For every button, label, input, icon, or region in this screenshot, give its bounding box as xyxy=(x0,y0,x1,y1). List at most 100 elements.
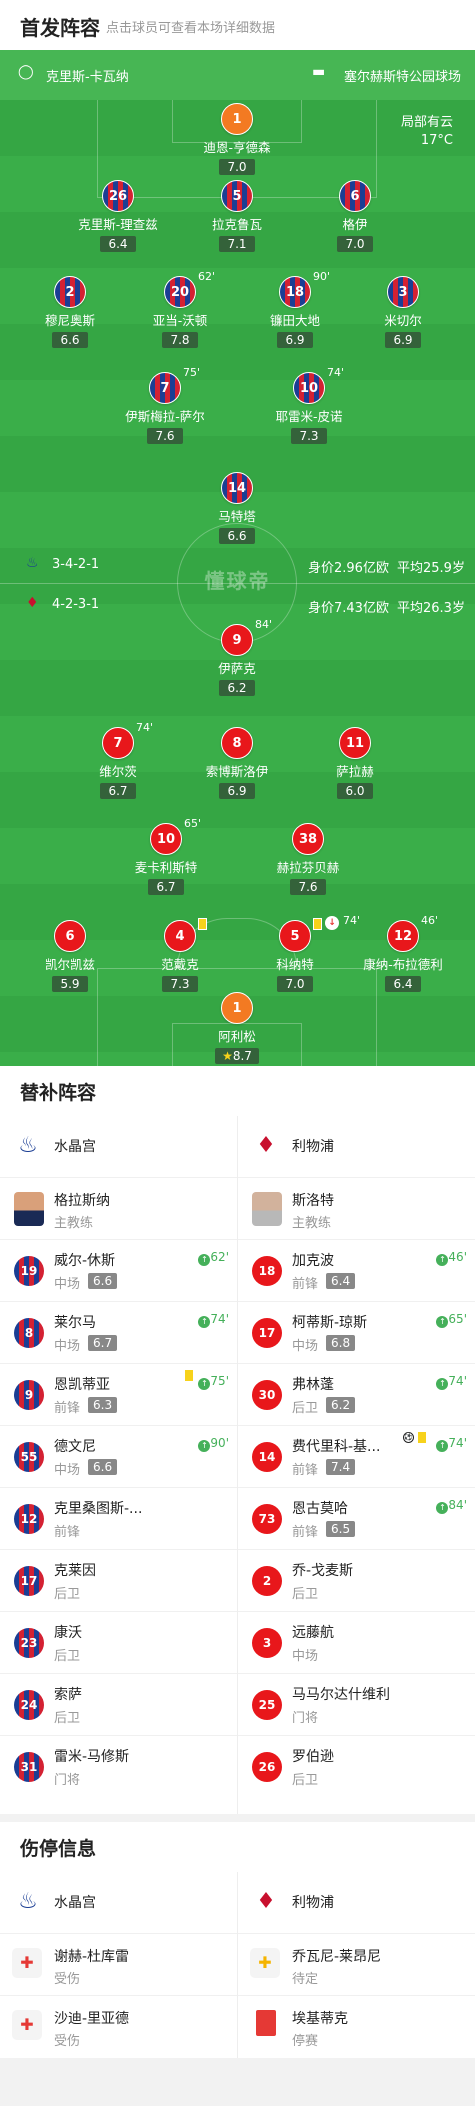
player-away-rb[interactable]: 12 46' 康纳-布拉德利 6.4 xyxy=(333,914,473,992)
injury-row[interactable]: ✚ 谢赫-杜库雷 受伤 xyxy=(0,1934,237,1996)
injury-row[interactable]: 埃基蒂克 停赛 xyxy=(238,1996,475,2058)
sub-in-icon: ↑ xyxy=(436,1378,449,1390)
medical-cross-icon: ✚ xyxy=(12,2010,42,2040)
weather-info: 局部有云 17°C xyxy=(401,114,453,150)
player-rating: 5.9 xyxy=(52,976,88,992)
home-team-row[interactable]: ♨ 水晶宫 xyxy=(0,1116,237,1178)
away-team-row[interactable]: ♦ 利物浦 xyxy=(238,1872,475,1934)
injury-row[interactable]: ✚ 乔瓦尼-莱昂尼 待定 xyxy=(238,1934,475,1996)
sub-minute: 75' xyxy=(183,366,201,379)
player-home-cb3[interactable]: 6 格伊 7.0 xyxy=(285,180,425,252)
team-name: 水晶宫 xyxy=(54,1139,96,1155)
sub-row[interactable]: 12 克里桑图斯-... 前锋 xyxy=(0,1488,237,1550)
sub-row[interactable]: 25 马马尔达什维利 门将 xyxy=(238,1674,475,1736)
sub-minute: 74' xyxy=(327,366,345,379)
sub-row[interactable]: 55 德文尼 中场 6.6 ↑ 90' xyxy=(0,1426,237,1488)
yellow-card-icon xyxy=(418,1432,426,1443)
medical-cross-icon: ✚ xyxy=(12,1948,42,1978)
player-position: 门将 xyxy=(292,1711,319,1726)
player-name: 罗伯逊 xyxy=(292,1749,334,1765)
player-name: 伊斯梅拉-萨尔 xyxy=(125,409,205,424)
sub-in-icon: ↑ xyxy=(198,1254,211,1266)
injury-status: 受伤 xyxy=(54,2034,81,2049)
player-rating: 7.6 xyxy=(290,879,326,895)
player-name: 加克波 xyxy=(292,1253,334,1269)
sub-row[interactable]: 9 恩凯蒂亚 前锋 6.3 ↑ 75' xyxy=(0,1364,237,1426)
sub-minute: 90' xyxy=(313,270,331,283)
player-name: 克莱因 xyxy=(54,1563,96,1579)
away-team-row[interactable]: ♦ 利物浦 xyxy=(238,1116,475,1178)
player-number: 18 xyxy=(279,276,311,308)
player-name: 柯蒂斯-琼斯 xyxy=(292,1315,368,1331)
sub-in-icon: ↑ xyxy=(436,1502,449,1514)
sub-row[interactable]: 26 罗伯逊 后卫 xyxy=(238,1736,475,1798)
player-name: 威尔-休斯 xyxy=(54,1253,116,1269)
player-rating: 7.0 xyxy=(219,159,255,175)
player-number: 1 xyxy=(221,103,253,135)
injury-status: 待定 xyxy=(292,1972,319,1987)
sub-row[interactable]: 17 克莱因 后卫 xyxy=(0,1550,237,1612)
player-number: 31 xyxy=(14,1752,44,1782)
player-home-am1[interactable]: 7 75' 伊斯梅拉-萨尔 7.6 xyxy=(95,366,235,444)
doubtful-cross-icon: ✚ xyxy=(250,1948,280,1978)
sub-row[interactable]: 23 康沃 后卫 xyxy=(0,1612,237,1674)
player-away-st[interactable]: 9 84' 伊萨克 6.2 xyxy=(167,618,307,696)
sub-in-time: ↑ 75' xyxy=(198,1374,229,1390)
subs-title: 替补阵容 xyxy=(20,1082,97,1104)
player-home-gk[interactable]: 1 迪恩-亨德森 7.0 xyxy=(167,103,307,175)
sub-row[interactable]: 24 索萨 后卫 xyxy=(0,1674,237,1736)
away-coach-row[interactable]: 斯洛特 主教练 xyxy=(238,1178,475,1240)
palace-crest-icon: ♨ xyxy=(26,555,39,571)
yellow-card-icon xyxy=(198,918,207,930)
player-home-am2[interactable]: 10 74' 耶雷米-皮诺 7.3 xyxy=(239,366,379,444)
player-rating: 6.4 xyxy=(326,1273,356,1289)
player-position: 前锋 xyxy=(292,1463,319,1478)
player-name: 乔瓦尼-莱昂尼 xyxy=(292,1949,382,1965)
player-position: 后卫 xyxy=(54,1587,81,1602)
player-number: 23 xyxy=(14,1628,44,1658)
player-rating: 6.8 xyxy=(326,1335,356,1351)
sub-in-time: ↑ 65' xyxy=(436,1312,467,1328)
player-away-dm2[interactable]: 38 赫拉芬贝赫 7.6 xyxy=(238,823,378,895)
player-name: 伊萨克 xyxy=(218,661,256,676)
player-name: 费代里科-基... xyxy=(292,1439,381,1455)
lineup-subtitle: 点击球员可查看本场详细数据 xyxy=(106,21,276,36)
player-number: 14 xyxy=(221,472,253,504)
weather-text: 局部有云 xyxy=(400,115,453,130)
sub-row[interactable]: 8 莱尔马 中场 6.7 ↑ 74' xyxy=(0,1302,237,1364)
player-rating: 6.7 xyxy=(148,879,184,895)
sub-row[interactable]: 19 威尔-休斯 中场 6.6 ↑ 62' xyxy=(0,1240,237,1302)
home-team-row[interactable]: ♨ 水晶宫 xyxy=(0,1872,237,1934)
player-home-st[interactable]: 14 马特塔 6.6 xyxy=(167,472,307,544)
sub-row[interactable]: 3 远藤航 中场 xyxy=(238,1612,475,1674)
player-rating: 6.9 xyxy=(385,332,421,348)
player-name: 莱尔马 xyxy=(54,1315,96,1331)
player-away-dm1[interactable]: 10 65' 麦卡利斯特 6.7 xyxy=(96,817,236,895)
player-position: 前锋 xyxy=(54,1401,81,1416)
sub-minute: 84' xyxy=(255,618,273,631)
player-rating: 6.6 xyxy=(88,1273,118,1289)
sub-row[interactable]: 14 费代里科-基... 前锋 7.4 ⚽ ↑ 74' xyxy=(238,1426,475,1488)
sub-row[interactable]: 2 乔-戈麦斯 后卫 xyxy=(238,1550,475,1612)
player-rating: 7.0 xyxy=(337,236,373,252)
sub-row[interactable]: 17 柯蒂斯-琼斯 中场 6.8 ↑ 65' xyxy=(238,1302,475,1364)
sub-row[interactable]: 18 加克波 前锋 6.4 ↑ 46' xyxy=(238,1240,475,1302)
home-coach-row[interactable]: 格拉斯纳 主教练 xyxy=(0,1178,237,1240)
player-number: 6 xyxy=(54,920,86,952)
home-formation: 3-4-2-1 xyxy=(52,557,100,572)
lineup-title: 首发阵容 xyxy=(20,16,100,40)
injury-row[interactable]: ✚ 沙迪-里亚德 受伤 xyxy=(0,1996,237,2058)
player-name: 德文尼 xyxy=(54,1439,96,1455)
sub-row[interactable]: 31 雷米-马修斯 门将 xyxy=(0,1736,237,1798)
palace-crest-icon: ♨ xyxy=(18,1133,38,1158)
player-name: 沙迪-里亚德 xyxy=(54,2011,130,2027)
player-name: 阿利松 xyxy=(218,1029,256,1044)
sub-row[interactable]: 30 弗林蓬 后卫 6.2 ↑ 74' xyxy=(238,1364,475,1426)
sub-row[interactable]: 73 恩古莫哈 前锋 6.5 ↑ 84' xyxy=(238,1488,475,1550)
player-number: 73 xyxy=(252,1504,282,1534)
player-home-rwb[interactable]: 3 米切尔 6.9 xyxy=(333,276,473,348)
player-away-rw[interactable]: 11 萨拉赫 6.0 xyxy=(285,727,425,799)
player-away-gk[interactable]: 1 阿利松 ★8.7 xyxy=(167,992,307,1064)
subs-section: 替补阵容 ♨ 水晶宫 ♦ 利物浦 格拉斯纳 主教练 斯洛特 主教练 19 威尔-… xyxy=(0,1066,475,1814)
sub-in-time: ↑ 74' xyxy=(436,1374,467,1390)
